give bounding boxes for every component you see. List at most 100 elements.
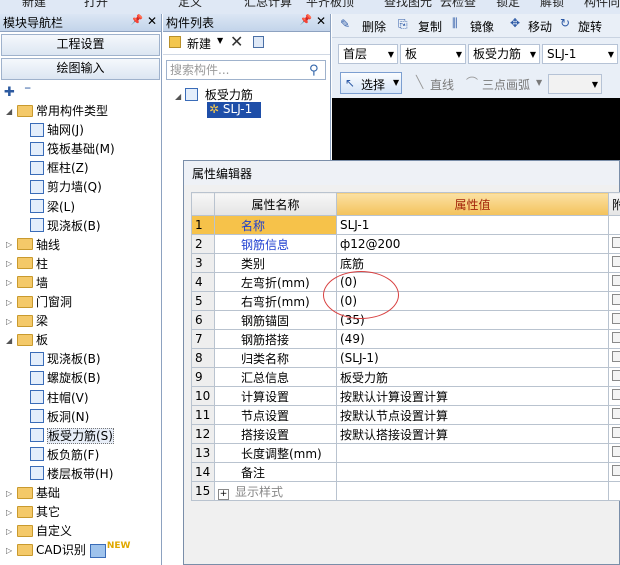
property-row[interactable]: 6 钢筋锚固 (35): [191, 310, 620, 330]
property-value-cell[interactable]: [336, 481, 609, 501]
property-value-cell[interactable]: 板受力筋: [336, 367, 609, 387]
property-value-cell[interactable]: [336, 462, 609, 482]
tree-folder[interactable]: ◢ 板: [6, 331, 48, 349]
property-value-cell[interactable]: [336, 443, 609, 463]
attach-checkbox[interactable]: [608, 481, 620, 501]
tree-folder[interactable]: ▷ 柱: [6, 255, 48, 273]
checkbox-icon[interactable]: [612, 351, 620, 362]
select-button[interactable]: ↖ 选择 ▼: [340, 72, 402, 94]
attach-checkbox[interactable]: [608, 215, 620, 235]
tree-folder[interactable]: ▷ 梁: [6, 312, 48, 330]
attach-checkbox[interactable]: [608, 405, 620, 425]
tree-item[interactable]: 柱帽(V): [30, 389, 89, 407]
checkbox-icon[interactable]: [612, 237, 620, 248]
expand-arrow-icon[interactable]: ▷: [6, 504, 15, 522]
top-unlock-label[interactable]: 解锁: [540, 0, 564, 10]
mirror-button[interactable]: 镜像: [470, 18, 494, 35]
tree-item[interactable]: 梁(L): [30, 198, 75, 216]
attach-checkbox[interactable]: [608, 386, 620, 406]
element-select[interactable]: SLJ-1 ▼: [542, 44, 618, 64]
checkbox-icon[interactable]: [612, 408, 620, 419]
property-row[interactable]: 2 钢筋信息 ф12@200: [191, 234, 620, 254]
chevron-down-icon[interactable]: ▼: [536, 78, 542, 87]
arc-button[interactable]: 三点画弧: [482, 76, 530, 93]
attach-checkbox[interactable]: [608, 329, 620, 349]
tree-item[interactable]: 剪力墙(Q): [30, 178, 102, 196]
rotate-button[interactable]: 旋转: [578, 18, 602, 35]
checkbox-icon[interactable]: [612, 275, 620, 286]
tree-item[interactable]: 板负筋(F): [30, 446, 99, 464]
tree-item[interactable]: 现浇板(B): [30, 350, 101, 368]
property-row[interactable]: 9 汇总信息 板受力筋: [191, 367, 620, 387]
property-row[interactable]: 10 计算设置 按默认计算设置计算: [191, 386, 620, 406]
search-icon[interactable]: ⚲: [309, 63, 319, 78]
attach-checkbox[interactable]: [608, 291, 620, 311]
expand-arrow-icon[interactable]: ▷: [6, 313, 15, 331]
copy-icon[interactable]: [253, 36, 264, 48]
top-comp-label[interactable]: 构件同: [584, 0, 620, 10]
engineering-settings-button[interactable]: 工程设置: [1, 34, 160, 56]
attach-checkbox[interactable]: [608, 367, 620, 387]
tree-item[interactable]: 轴网(J): [30, 121, 84, 139]
tree-item[interactable]: 筏板基础(M): [30, 140, 115, 158]
property-value-cell[interactable]: 按默认计算设置计算: [336, 386, 609, 406]
close-icon[interactable]: ✕: [147, 14, 157, 28]
checkbox-icon[interactable]: [612, 427, 620, 438]
top-align-label[interactable]: 平齐板顶: [306, 0, 354, 10]
expand-arrow-icon[interactable]: ▷: [6, 274, 15, 292]
top-new-label[interactable]: 新建: [22, 0, 46, 10]
tree-item[interactable]: 板洞(N): [30, 408, 89, 426]
property-value-cell[interactable]: 按默认搭接设置计算: [336, 424, 609, 444]
tree-folder[interactable]: ▷ 其它: [6, 503, 60, 521]
top-lock-label[interactable]: 锁定: [496, 0, 520, 10]
tree-folder[interactable]: ▷ CAD识别 NEW: [6, 541, 130, 559]
type-select[interactable]: 板受力筋 ▼: [468, 44, 540, 64]
drawing-input-button[interactable]: 绘图输入: [1, 58, 160, 80]
delete-button[interactable]: 删除: [362, 18, 386, 35]
collapse-arrow-icon[interactable]: ◢: [6, 103, 15, 121]
property-row[interactable]: 8 归类名称 (SLJ-1): [191, 348, 620, 368]
tree-folder[interactable]: ▷ 基础: [6, 484, 60, 502]
drawing-canvas[interactable]: [332, 98, 620, 168]
property-row[interactable]: 1 名称 SLJ-1: [191, 215, 620, 235]
move-button[interactable]: 移动: [528, 18, 552, 35]
property-row[interactable]: 11 节点设置 按默认节点设置计算: [191, 405, 620, 425]
property-value-cell[interactable]: ф12@200: [336, 234, 609, 254]
property-row[interactable]: 12 搭接设置 按默认搭接设置计算: [191, 424, 620, 444]
top-define-label[interactable]: 定义: [178, 0, 202, 10]
expand-arrow-icon[interactable]: ▷: [6, 294, 15, 312]
tree-item[interactable]: 现浇板(B): [30, 217, 101, 235]
attach-checkbox[interactable]: [608, 253, 620, 273]
top-find-label[interactable]: 查找图元: [384, 0, 432, 10]
tree-folder[interactable]: ◢ 常用构件类型: [6, 102, 108, 120]
top-cloud-label[interactable]: 云检查: [440, 0, 476, 10]
pin-icon[interactable]: 📌: [131, 15, 143, 26]
tree-folder[interactable]: ▷ 轴线: [6, 236, 60, 254]
expand-arrow-icon[interactable]: ▷: [6, 485, 15, 503]
checkbox-icon[interactable]: [612, 294, 620, 305]
checkbox-icon[interactable]: [612, 389, 620, 400]
floor-select[interactable]: 首层 ▼: [338, 44, 398, 64]
tree-item[interactable]: 板受力筋(S): [30, 427, 114, 445]
pin-icon[interactable]: 📌: [300, 15, 312, 26]
attach-checkbox[interactable]: [608, 462, 620, 482]
property-row[interactable]: 5 右弯折(mm) (0): [191, 291, 620, 311]
property-row[interactable]: 4 左弯折(mm) (0): [191, 272, 620, 292]
arc-mode-select[interactable]: ▼: [548, 74, 602, 94]
property-row[interactable]: 13 长度调整(mm): [191, 443, 620, 463]
expand-arrow-icon[interactable]: ▷: [6, 542, 15, 560]
property-row[interactable]: 15 + 显示样式: [191, 481, 620, 501]
chevron-down-icon[interactable]: ▼: [217, 36, 223, 45]
collapse-arrow-icon[interactable]: ◢: [175, 92, 181, 101]
category-select[interactable]: 板 ▼: [400, 44, 466, 64]
expand-arrow-icon[interactable]: ▷: [6, 236, 15, 254]
expand-plus-icon[interactable]: +: [218, 488, 229, 500]
attach-checkbox[interactable]: [608, 272, 620, 292]
property-value-cell[interactable]: (SLJ-1): [336, 348, 609, 368]
attach-checkbox[interactable]: [608, 443, 620, 463]
component-item-selected[interactable]: ✲ SLJ-1: [207, 102, 261, 118]
attach-checkbox[interactable]: [608, 310, 620, 330]
delete-icon[interactable]: ✕: [230, 32, 243, 51]
checkbox-icon[interactable]: [612, 332, 620, 343]
property-value-cell[interactable]: SLJ-1: [336, 215, 609, 235]
